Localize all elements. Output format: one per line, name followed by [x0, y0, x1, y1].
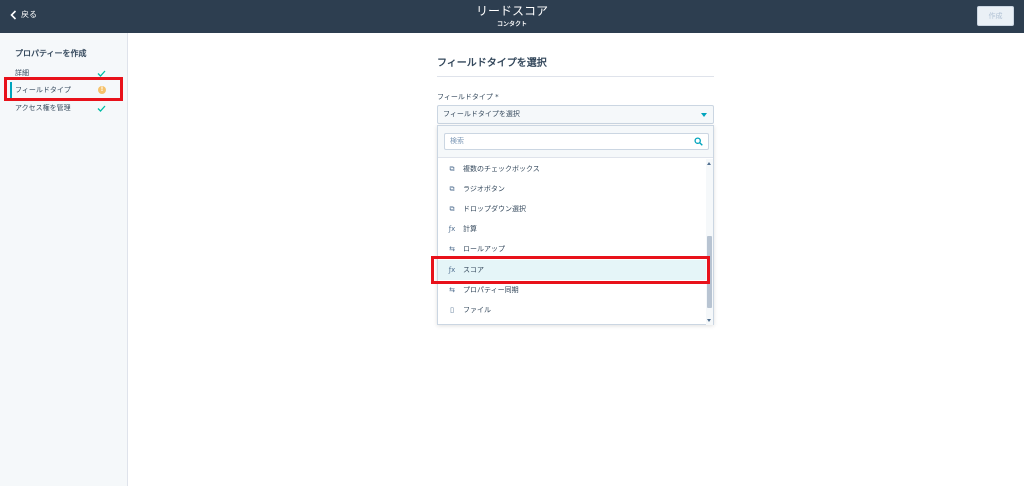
caret-down-icon	[701, 113, 707, 117]
field-type-label: フィールドタイプ *	[437, 93, 499, 101]
field-type-select[interactable]: フィールドタイプを選択	[437, 105, 714, 124]
sidebar-heading: プロパティーを作成	[15, 49, 87, 58]
create-button[interactable]: 作成	[977, 6, 1014, 26]
scroll-down-icon[interactable]	[707, 319, 711, 322]
rollup-icon: ⇆	[449, 245, 455, 253]
option-label: ドロップダウン選択	[463, 205, 526, 213]
section-title: フィールドタイプを選択	[437, 58, 547, 69]
dropdown-search-area: 検索	[438, 126, 713, 158]
checkbox-icon: ⧉	[449, 164, 455, 173]
option-label: ロールアップ	[463, 245, 505, 253]
option-calculation[interactable]: ƒx 計算	[438, 219, 706, 239]
option-radio-button[interactable]: ⧉ ラジオボタン	[438, 179, 706, 199]
page-subtitle: コンタクト	[496, 21, 527, 28]
check-icon	[97, 105, 106, 112]
section-divider	[437, 76, 714, 77]
page-header: リードスコア コンタクト	[0, 4, 1024, 29]
field-type-dropdown: 検索 ⧉ 複数のチェックボックス ⧉ ラジオボタン ⧉ ドロップダウン選択 ƒx…	[437, 125, 714, 325]
option-label: ファイル	[463, 306, 491, 314]
option-label: 計算	[463, 225, 477, 233]
sidebar-step-label: アクセス権を管理	[15, 104, 71, 112]
page-title: リードスコア	[475, 4, 548, 18]
highlight-box-score	[431, 256, 710, 284]
rollup-icon: ⇆	[449, 286, 455, 294]
option-multiple-checkboxes[interactable]: ⧉ 複数のチェックボックス	[438, 159, 706, 179]
highlight-box-field-type	[4, 77, 123, 101]
checkbox-icon: ⧉	[449, 204, 455, 213]
check-icon	[97, 70, 106, 77]
sidebar-step-permissions[interactable]: アクセス権を管理	[10, 100, 110, 116]
field-type-select-value: フィールドタイプを選択	[443, 110, 520, 118]
option-file[interactable]: ▯ ファイル	[438, 300, 706, 320]
search-input[interactable]: 検索	[444, 133, 709, 150]
checkbox-icon: ⧉	[449, 184, 455, 193]
option-dropdown-select[interactable]: ⧉ ドロップダウン選択	[438, 199, 706, 219]
option-label: ラジオボタン	[463, 185, 505, 193]
option-label: 複数のチェックボックス	[463, 165, 540, 173]
file-icon: ▯	[450, 306, 454, 314]
search-icon[interactable]	[694, 137, 703, 146]
scroll-up-icon[interactable]	[707, 162, 711, 165]
dropdown-scrollbar[interactable]	[706, 159, 713, 325]
option-label: プロパティー同期	[463, 286, 519, 294]
function-icon: ƒx	[448, 225, 456, 233]
search-placeholder: 検索	[450, 137, 464, 145]
top-bar: 戻る リードスコア コンタクト 作成	[0, 0, 1024, 33]
